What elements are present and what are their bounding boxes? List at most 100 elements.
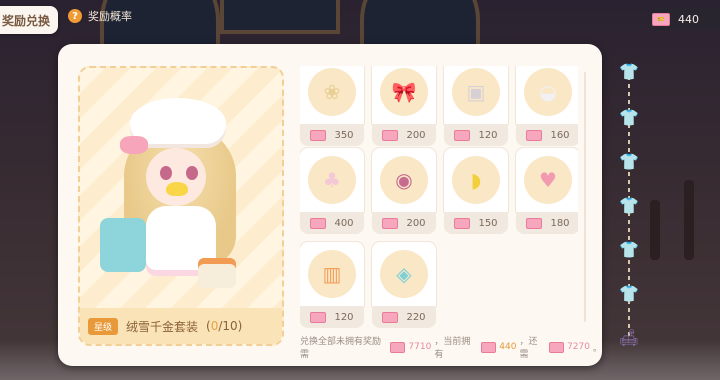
shirt-icon[interactable]: 👕 bbox=[618, 194, 640, 216]
reward-item-image: ♥ bbox=[516, 148, 578, 212]
footer-have-amount: 440 bbox=[499, 342, 517, 352]
reward-item-dress-outfit[interactable]: ♣ 400 bbox=[300, 148, 364, 234]
reward-item-cost: 160 bbox=[516, 124, 578, 146]
left-eye bbox=[160, 166, 172, 180]
reward-item-image: ▣ bbox=[444, 66, 508, 124]
reward-item-backdrop: ◒ bbox=[524, 68, 572, 116]
reward-item-cost-value: 180 bbox=[550, 217, 570, 229]
shirt-icon[interactable]: 👕 bbox=[618, 60, 640, 82]
reward-item-image: ▥ bbox=[300, 242, 364, 306]
reward-item-cost: 350 bbox=[300, 124, 364, 146]
reward-grid[interactable]: ❀ 350 🎀 200 ▣ 120 ◒ 160 ♣ 400 ◉ 200 ◗ 150 ♥ 180 ▥ 120 ◈ 220 bbox=[300, 66, 578, 328]
ticket-icon bbox=[526, 129, 543, 141]
featured-set-card[interactable]: 星级 绒雪千金套装 (0/10) bbox=[78, 66, 284, 346]
reward-item-card-accessory[interactable]: ▣ 120 bbox=[444, 66, 508, 146]
reward-item-cost: 200 bbox=[372, 124, 436, 146]
sofa-icon[interactable]: 🛋 bbox=[618, 326, 640, 348]
shirt-icon[interactable]: 👕 bbox=[618, 282, 640, 304]
reward-item-cost-value: 200 bbox=[406, 217, 426, 229]
set-count-total: /10) bbox=[218, 319, 243, 333]
footer-need-text: 兑换全部未拥有奖励需 bbox=[300, 337, 382, 360]
reward-item-bow-hat[interactable]: 🎀 200 bbox=[372, 66, 436, 146]
category-rail: 👕 👕 👕 👕 👕 👕 🛋 bbox=[618, 58, 640, 348]
currency-balance: 🎫 440 bbox=[648, 8, 720, 30]
probability-label: 奖励概率 bbox=[88, 10, 132, 23]
reward-item-backdrop: ◈ bbox=[380, 250, 428, 298]
shirt-icon[interactable]: 👕 bbox=[618, 238, 640, 260]
ticket-icon bbox=[310, 217, 327, 229]
scrollbar[interactable] bbox=[584, 72, 586, 322]
reward-item-socks-boots[interactable]: ▥ 120 bbox=[300, 242, 364, 328]
reward-item-cost: 120 bbox=[300, 306, 364, 328]
ticket-icon bbox=[310, 311, 327, 323]
eyes-icon: ◉ bbox=[395, 168, 413, 192]
page-title-text: 奖励兑换 bbox=[1, 13, 50, 28]
reward-item-cost-value: 160 bbox=[550, 129, 570, 141]
character-illustration bbox=[100, 88, 256, 288]
reward-item-cost: 180 bbox=[516, 212, 578, 234]
fence-post bbox=[650, 200, 660, 260]
ticket-icon bbox=[310, 129, 327, 141]
ticket-icon: 🎫 bbox=[652, 12, 670, 26]
reward-item-image: 🎀 bbox=[372, 66, 436, 124]
window-arch bbox=[360, 0, 480, 50]
reward-item-backdrop: ♥ bbox=[524, 156, 572, 204]
reward-item-cost: 200 bbox=[372, 212, 436, 234]
reward-item-eyes-makeup[interactable]: ◉ 200 bbox=[372, 148, 436, 234]
reward-item-image: ❀ bbox=[300, 66, 364, 124]
reward-item-backdrop: 🎀 bbox=[380, 68, 428, 116]
reward-item-image: ◒ bbox=[516, 66, 578, 124]
reward-item-cost-value: 200 bbox=[406, 129, 426, 141]
ticket-icon bbox=[382, 129, 399, 141]
set-count: (0/10) bbox=[206, 319, 242, 333]
ticket-icon bbox=[382, 217, 399, 229]
dress-icon: ♣ bbox=[323, 168, 341, 192]
footer-have-text: ，当前拥有 bbox=[434, 337, 471, 360]
reward-item-cost: 400 bbox=[300, 212, 364, 234]
reward-item-cost-value: 400 bbox=[334, 217, 354, 229]
stroller-shape bbox=[100, 218, 146, 272]
bow-hat-icon: 🎀 bbox=[391, 80, 417, 104]
fence-post bbox=[684, 180, 694, 260]
right-eye bbox=[186, 166, 198, 180]
shirt-icon-current[interactable]: 👕 bbox=[618, 150, 640, 172]
reward-item-image: ♣ bbox=[300, 148, 364, 212]
stroller-icon: ◈ bbox=[396, 262, 412, 286]
set-label-bar: 星级 绒雪千金套装 (0/10) bbox=[80, 308, 282, 344]
duck-beak-shape bbox=[166, 182, 188, 196]
reward-item-stroller[interactable]: ◈ 220 bbox=[372, 242, 436, 328]
reward-item-white-hat[interactable]: ◒ 160 bbox=[516, 66, 578, 146]
window-arch bbox=[220, 0, 340, 34]
reward-item-duck-beak[interactable]: ◗ 150 bbox=[444, 148, 508, 234]
set-name: 绒雪千金套装 bbox=[126, 319, 199, 334]
shirt-icon[interactable]: 👕 bbox=[618, 106, 640, 128]
ticket-icon bbox=[480, 341, 497, 353]
page-title: 奖励兑换 bbox=[0, 6, 58, 34]
reward-item-cost-value: 120 bbox=[478, 129, 498, 141]
reward-item-pink-handbag[interactable]: ♥ 180 bbox=[516, 148, 578, 234]
ticket-icon bbox=[454, 129, 471, 141]
reward-item-cost-value: 350 bbox=[334, 129, 354, 141]
reward-item-cost-value: 120 bbox=[334, 311, 354, 323]
hair-icon: ❀ bbox=[323, 80, 341, 104]
reward-item-backdrop: ▣ bbox=[452, 68, 500, 116]
reward-item-backdrop: ▥ bbox=[308, 250, 356, 298]
handbag-icon: ♥ bbox=[539, 168, 557, 192]
reward-item-cost: 150 bbox=[444, 212, 508, 234]
face-shape bbox=[146, 148, 206, 206]
probability-link[interactable]: ? 奖励概率 bbox=[68, 8, 132, 24]
bow-shape bbox=[120, 136, 148, 154]
currency-amount: 440 bbox=[678, 12, 699, 26]
reward-item-backdrop: ❀ bbox=[308, 68, 356, 116]
reward-item-cost-value: 220 bbox=[406, 311, 426, 323]
reward-item-image: ◉ bbox=[372, 148, 436, 212]
reward-item-backdrop: ♣ bbox=[308, 156, 356, 204]
footer-summary: 兑换全部未拥有奖励需 7710 ，当前拥有 440 ，还需 7270 。 bbox=[300, 334, 602, 360]
boots-shape bbox=[198, 258, 236, 288]
footer-still-amount: 7270 bbox=[567, 342, 590, 352]
ticket-icon bbox=[454, 217, 471, 229]
reward-item-cost-value: 150 bbox=[478, 217, 498, 229]
footer-need-amount: 7710 bbox=[408, 342, 432, 352]
duck-beak-icon: ◗ bbox=[470, 168, 482, 192]
reward-item-hair-piece[interactable]: ❀ 350 bbox=[300, 66, 364, 146]
